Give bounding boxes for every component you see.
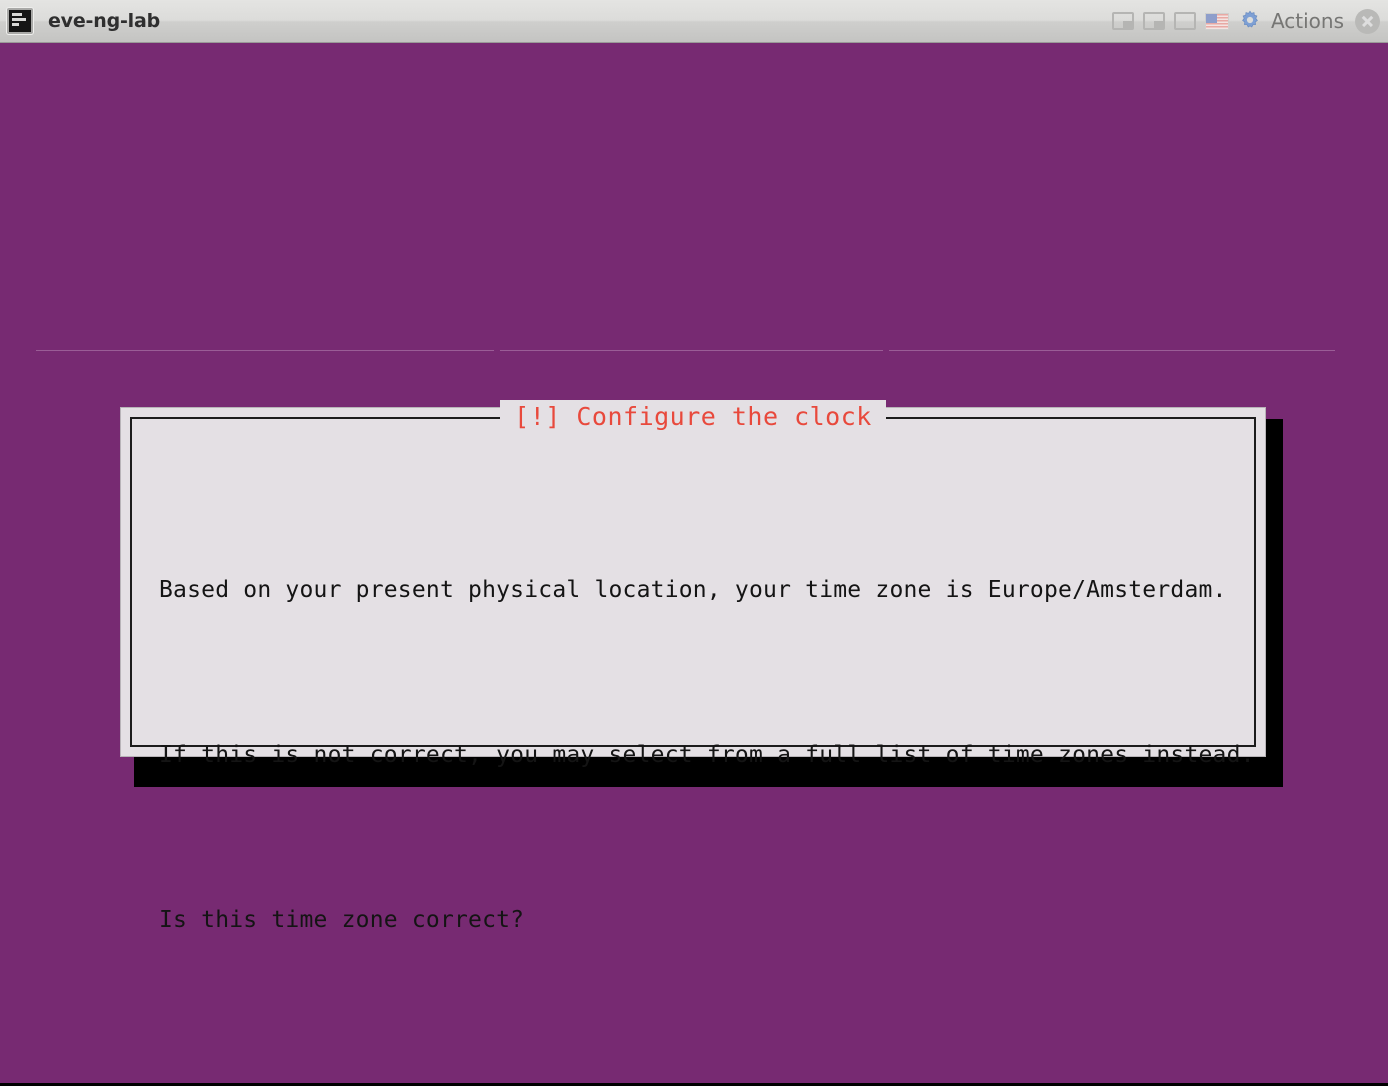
terminal-icon — [7, 8, 33, 34]
installer-console: [!] Configure the clock Based on your pr… — [0, 43, 1388, 1086]
close-icon[interactable] — [1355, 9, 1380, 34]
dialog-text-line-1: Based on your present physical location,… — [159, 563, 1227, 618]
background-rule-segment — [500, 350, 883, 351]
keyboard-hint-bar: <Tab> moves; <Space> selects; <Enter> ac… — [0, 1047, 1388, 1083]
dialog-body: Based on your present physical location,… — [132, 419, 1254, 1086]
dialog-frame: [!] Configure the clock Based on your pr… — [130, 417, 1256, 747]
background-rule-segment — [889, 350, 1335, 351]
window-maximize-icon[interactable] — [1174, 12, 1196, 30]
actions-menu-label[interactable]: Actions — [1271, 9, 1344, 33]
window-minimize-icon[interactable] — [1143, 12, 1165, 30]
gear-icon[interactable] — [1238, 9, 1262, 33]
titlebar-right-group: Actions — [1112, 9, 1388, 34]
configure-clock-dialog: [!] Configure the clock Based on your pr… — [120, 407, 1266, 757]
dialog-text-line-3: Is this time zone correct? — [159, 893, 1227, 948]
window-restore-icon[interactable] — [1112, 12, 1134, 30]
titlebar-left-group: eve-ng-lab — [0, 8, 160, 34]
screen: eve-ng-lab Actions — [0, 0, 1388, 1086]
us-flag-icon[interactable] — [1205, 13, 1229, 30]
dialog-text-line-2: If this is not correct, you may select f… — [159, 728, 1227, 783]
window-titlebar: eve-ng-lab Actions — [0, 0, 1388, 43]
background-rule-segment — [36, 350, 494, 351]
window-title: eve-ng-lab — [48, 10, 160, 32]
